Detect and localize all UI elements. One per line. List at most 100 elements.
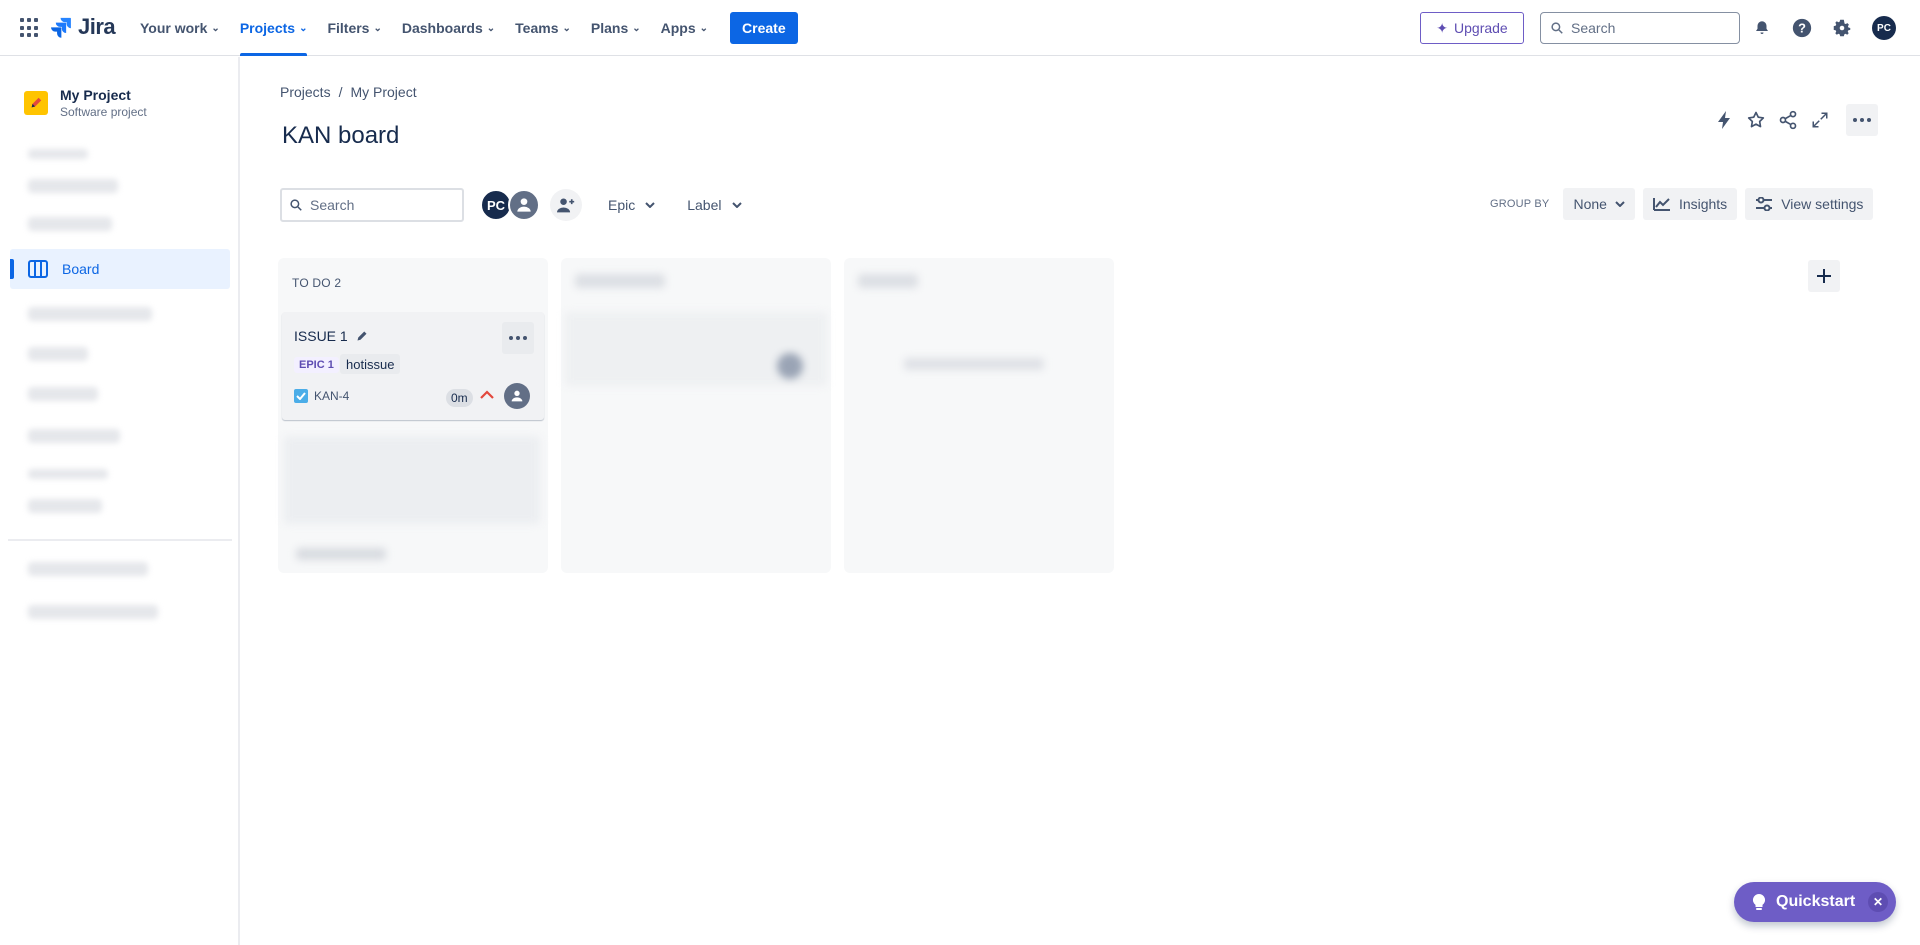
priority-high-icon <box>480 390 494 399</box>
nav-label: Your work <box>140 20 208 36</box>
add-column-button[interactable] <box>1808 260 1840 292</box>
chevron-down-icon: ⌄ <box>373 22 382 34</box>
fullscreen-expand-icon[interactable] <box>1808 106 1832 134</box>
chevron-down-icon: ⌄ <box>486 22 496 34</box>
board-column-todo: TO DO 2 ISSUE 1 EPIC 1 hotissue KAN-4 0m <box>278 258 548 573</box>
app-switcher-icon[interactable] <box>20 18 40 38</box>
chevron-down-icon: ⌄ <box>699 22 709 34</box>
blurred-sidebar-item[interactable] <box>28 605 158 619</box>
assignee-avatar[interactable] <box>504 383 530 409</box>
nav-dashboards[interactable]: Dashboards ⌄ <box>392 0 505 56</box>
chevron-down-icon <box>1615 201 1625 207</box>
page-title: KAN board <box>282 122 400 149</box>
sliders-icon <box>1756 197 1773 211</box>
insights-button[interactable]: Insights <box>1642 188 1738 220</box>
view-settings-button[interactable]: View settings <box>1745 188 1874 220</box>
plus-icon <box>1817 269 1831 283</box>
close-icon[interactable]: ✕ <box>1868 892 1888 912</box>
upgrade-button[interactable]: ✦ Upgrade <box>1420 12 1524 44</box>
blurred-column-title <box>858 274 918 288</box>
breadcrumb-item-project[interactable]: My Project <box>350 84 416 100</box>
blurred-sidebar-item[interactable] <box>28 387 98 401</box>
user-avatar[interactable]: PC <box>1872 16 1896 40</box>
nav-apps[interactable]: Apps ⌄ <box>651 0 718 56</box>
filter-label: Label <box>687 197 722 213</box>
nav-label: Filters <box>327 20 370 36</box>
nav-filters[interactable]: Filters ⌄ <box>317 0 391 56</box>
epic-filter-dropdown[interactable]: Epic <box>602 189 661 221</box>
chevron-down-icon: ⌄ <box>211 22 220 34</box>
blurred-sidebar-item[interactable] <box>28 217 112 231</box>
board-search-input[interactable]: Search <box>280 188 464 222</box>
nav-label: Plans <box>590 20 629 36</box>
blurred-section-heading <box>28 149 88 159</box>
lightbulb-icon <box>1752 893 1766 910</box>
help-icon[interactable]: ? <box>1790 16 1814 40</box>
blurred-sidebar-item[interactable] <box>28 499 102 513</box>
search-placeholder: Search <box>310 197 355 213</box>
blurred-sidebar-item[interactable] <box>28 179 118 193</box>
more-horizontal-icon <box>1853 118 1871 122</box>
chevron-down-icon: ⌄ <box>299 22 308 34</box>
nav-projects[interactable]: Projects ⌄ <box>230 0 318 56</box>
nav-your-work[interactable]: Your work ⌄ <box>130 0 230 56</box>
column-title: TO DO 2 <box>292 276 342 290</box>
chevron-down-icon <box>731 202 742 208</box>
avatar-filter-user[interactable] <box>508 189 540 221</box>
breadcrumb-separator: / <box>338 84 343 100</box>
blurred-create-button[interactable] <box>296 548 386 560</box>
chevron-down-icon: ⌄ <box>562 22 571 34</box>
chevron-down-icon <box>645 202 655 208</box>
create-button[interactable]: Create <box>730 12 798 44</box>
project-sidebar: My Project Software project Board <box>0 57 240 945</box>
notifications-bell-icon[interactable] <box>1750 16 1774 40</box>
add-people-button[interactable] <box>550 189 582 221</box>
insights-label: Insights <box>1678 196 1728 212</box>
blurred-issue-card[interactable] <box>284 436 540 524</box>
board-column-blurred-3 <box>844 258 1114 573</box>
estimate-badge: 0m <box>446 389 473 407</box>
insights-chart-icon <box>1652 198 1670 211</box>
more-actions-button[interactable] <box>1846 104 1878 136</box>
sidebar-item-label: Board <box>62 261 100 277</box>
project-name: My Project <box>60 87 131 103</box>
board-column-blurred-2 <box>561 258 831 573</box>
epic-lozenge[interactable]: EPIC 1 <box>294 357 339 373</box>
share-icon[interactable] <box>1776 106 1800 134</box>
nav-label: Projects <box>239 20 296 36</box>
issue-key[interactable]: KAN-4 <box>314 389 349 403</box>
upgrade-label: Upgrade <box>1454 20 1508 36</box>
quickstart-button[interactable]: Quickstart ✕ <box>1734 882 1896 922</box>
board-view-controls: GROUP BY None Insights View settings <box>1490 188 1874 220</box>
group-by-value: None <box>1573 196 1607 212</box>
project-type: Software project <box>60 105 147 119</box>
automation-lightning-icon[interactable] <box>1712 106 1736 134</box>
blurred-sidebar-item[interactable] <box>28 347 88 361</box>
card-key-row: KAN-4 <box>294 389 349 403</box>
edit-pencil-icon[interactable] <box>356 330 368 342</box>
jira-logo[interactable]: Jira <box>50 14 116 40</box>
blurred-sidebar-item[interactable] <box>28 307 152 321</box>
task-type-checkbox-icon <box>294 389 308 403</box>
group-by-dropdown[interactable]: None <box>1563 188 1635 220</box>
card-title: ISSUE 1 <box>294 328 348 344</box>
blurred-sidebar-item[interactable] <box>28 429 120 443</box>
project-header[interactable]: My Project Software project <box>24 87 147 119</box>
blurred-sidebar-item[interactable] <box>28 562 148 576</box>
logo-text: Jira <box>78 14 116 39</box>
settings-gear-icon[interactable] <box>1830 16 1854 40</box>
card-more-button[interactable] <box>502 322 534 354</box>
nav-plans[interactable]: Plans ⌄ <box>581 0 651 56</box>
nav-teams[interactable]: Teams ⌄ <box>505 0 581 56</box>
top-navigation: Jira Your work ⌄ Projects ⌄ Filters ⌄ Dashb… <box>0 0 1920 56</box>
breadcrumb-item-projects[interactable]: Projects <box>280 84 331 100</box>
sidebar-item-board[interactable]: Board <box>10 249 230 289</box>
jira-logo-icon <box>51 17 71 38</box>
add-person-icon <box>557 198 575 213</box>
star-icon[interactable] <box>1744 106 1768 134</box>
issue-card[interactable]: ISSUE 1 EPIC 1 hotissue KAN-4 0m <box>282 312 544 420</box>
label-filter-dropdown[interactable]: Label <box>681 189 747 221</box>
label-tag[interactable]: hotissue <box>340 354 401 374</box>
search-icon <box>290 199 302 211</box>
global-search-input[interactable]: Search <box>1540 12 1740 44</box>
